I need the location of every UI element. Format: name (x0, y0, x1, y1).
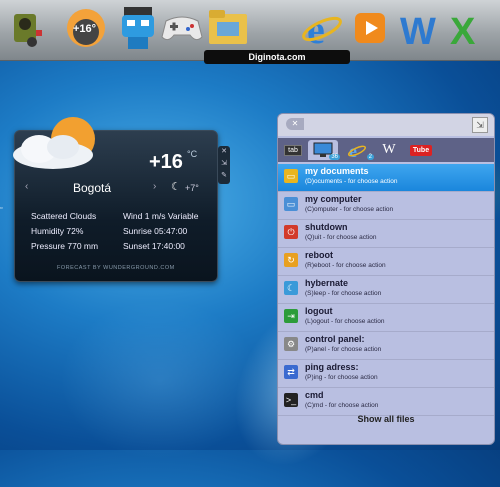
list-item[interactable]: ⚙ control panel: (P)anel - for choose ac… (278, 332, 494, 360)
item-title: control panel: (305, 334, 365, 344)
weather-sunset: Sunset 17:40:00 (123, 241, 185, 251)
weather-unit: °C (187, 149, 198, 159)
internet-explorer-icon[interactable]: e (300, 6, 344, 50)
item-title: logout (305, 306, 333, 316)
gadget-controls: ✕ ⇲ ✎ (218, 146, 230, 184)
list-item[interactable]: ⏻ shutdown (Q)uit - for choose action (278, 220, 494, 248)
weather-temperature: +16 (149, 151, 183, 173)
weather-city: Bogotá (73, 181, 112, 195)
panel-tabs: tab 36 e 2 W Tube (278, 138, 494, 162)
tab-label: tab (284, 144, 302, 156)
svg-text:X: X (450, 11, 476, 48)
weather-low-temp: +7° (185, 183, 199, 193)
weather-humidity: Humidity 72% (31, 226, 84, 236)
close-icon[interactable]: ✕ (218, 146, 230, 158)
list-item[interactable]: ☾ hybernate (S)leep - for choose action (278, 276, 494, 304)
weather-sunrise: Sunrise 05:47:00 (123, 226, 188, 236)
dock-bar: +16° Diginota.com e W X (0, 0, 500, 64)
list-item[interactable]: ▭ my computer (C)omputer - for choose ac… (278, 192, 494, 220)
item-title: ping adress: (305, 362, 359, 372)
item-subtitle: (Q)uit - for choose action (305, 234, 377, 241)
tab-computer[interactable]: 36 (308, 140, 340, 160)
item-subtitle: (D)ocuments - for choose action (305, 178, 398, 185)
speaker-robot-icon[interactable] (6, 6, 50, 50)
svg-text:W: W (400, 11, 436, 48)
item-subtitle: (P)anel - for choose action (305, 346, 382, 353)
tab-text[interactable]: tab (282, 140, 304, 160)
internet-explorer-icon: e (347, 141, 367, 159)
action-list: ▭ my documents (D)ocuments - for choose … (278, 164, 494, 416)
gear-icon: ⚙ (284, 337, 298, 351)
weather-sun-icon[interactable]: +16° (64, 6, 108, 50)
list-item[interactable]: >_ cmd (C)md - for choose action (278, 388, 494, 416)
launcher-panel: ✕ ⇲ tab 36 e 2 W Tube ▭ my documents (D)… (277, 113, 495, 445)
item-subtitle: (C)omputer - for choose action (305, 206, 394, 213)
item-subtitle: (S)leep - for choose action (305, 290, 382, 297)
tab-wikipedia[interactable]: W (376, 140, 402, 160)
power-icon: ⏻ (284, 225, 298, 239)
list-item[interactable]: ↻ reboot (R)eboot - for choose action (278, 248, 494, 276)
dock-label: Diginota.com (204, 50, 350, 64)
item-subtitle: (C)md - for choose action (305, 402, 379, 409)
settings-icon[interactable]: ✎ (218, 170, 230, 182)
tab-badge: 36 (329, 154, 340, 160)
folder-icon[interactable] (206, 6, 250, 50)
reboot-icon: ↻ (284, 253, 298, 267)
weather-widget: +16 °C ‹ Bogotá › ☾ +7° Scattered Clouds… (13, 117, 218, 282)
tab-youtube[interactable]: Tube (406, 140, 436, 160)
computer-icon: ▭ (284, 197, 298, 211)
dock-weather-temp: +16° (73, 23, 97, 35)
list-item[interactable]: ⇄ ping adress: (P)ing - for choose actio… (278, 360, 494, 388)
network-icon: ⇄ (284, 365, 298, 379)
panel-header: ✕ ⇲ (278, 114, 494, 136)
blue-robot-icon[interactable] (116, 6, 160, 50)
folder-icon: ▭ (284, 169, 298, 183)
item-title: my documents (305, 166, 369, 176)
resize-icon[interactable]: ⇲ (218, 158, 230, 170)
close-icon[interactable]: ✕ (286, 118, 304, 130)
item-title: hybernate (305, 278, 349, 288)
weather-next-arrow-icon[interactable]: › (153, 181, 156, 192)
media-player-icon[interactable] (348, 6, 392, 50)
weather-condition: Scattered Clouds (31, 211, 97, 221)
item-subtitle: (L)ogout - for choose action (305, 318, 385, 325)
weather-prev-arrow-icon[interactable]: ‹ (25, 181, 28, 192)
word-icon[interactable]: W (396, 6, 440, 50)
moon-icon: ☾ (171, 181, 181, 193)
terminal-icon: >_ (284, 393, 298, 407)
wikipedia-icon: W (382, 142, 396, 157)
logout-icon: ⇥ (284, 309, 298, 323)
gamepad-icon[interactable] (160, 6, 204, 50)
tab-internet-explorer[interactable]: e 2 (342, 140, 374, 160)
desktop-icon-fragment[interactable]: ▫ (0, 205, 2, 212)
excel-icon[interactable]: X (444, 6, 488, 50)
show-all-files-button[interactable]: Show all files (278, 414, 494, 424)
sleep-icon: ☾ (284, 281, 298, 295)
item-title: my computer (305, 194, 362, 204)
item-subtitle: (R)eboot - for choose action (305, 262, 386, 269)
list-item[interactable]: ⇥ logout (L)ogout - for choose action (278, 304, 494, 332)
weather-cloud-icon (13, 117, 95, 169)
panel-resize-icon[interactable]: ⇲ (472, 117, 488, 133)
tab-badge: 2 (366, 154, 374, 160)
item-title: reboot (305, 250, 333, 260)
item-title: shutdown (305, 222, 348, 232)
weather-footer: FORECAST BY WUNDERGROUND.COM (57, 265, 175, 271)
weather-wind: Wind 1 m/s Variable (123, 211, 199, 221)
list-item[interactable]: ▭ my documents (D)ocuments - for choose … (278, 164, 494, 192)
item-title: cmd (305, 390, 324, 400)
weather-pressure: Pressure 770 mm (31, 241, 99, 251)
item-subtitle: (P)ing - for choose action (305, 374, 378, 381)
youtube-icon: Tube (409, 144, 433, 156)
